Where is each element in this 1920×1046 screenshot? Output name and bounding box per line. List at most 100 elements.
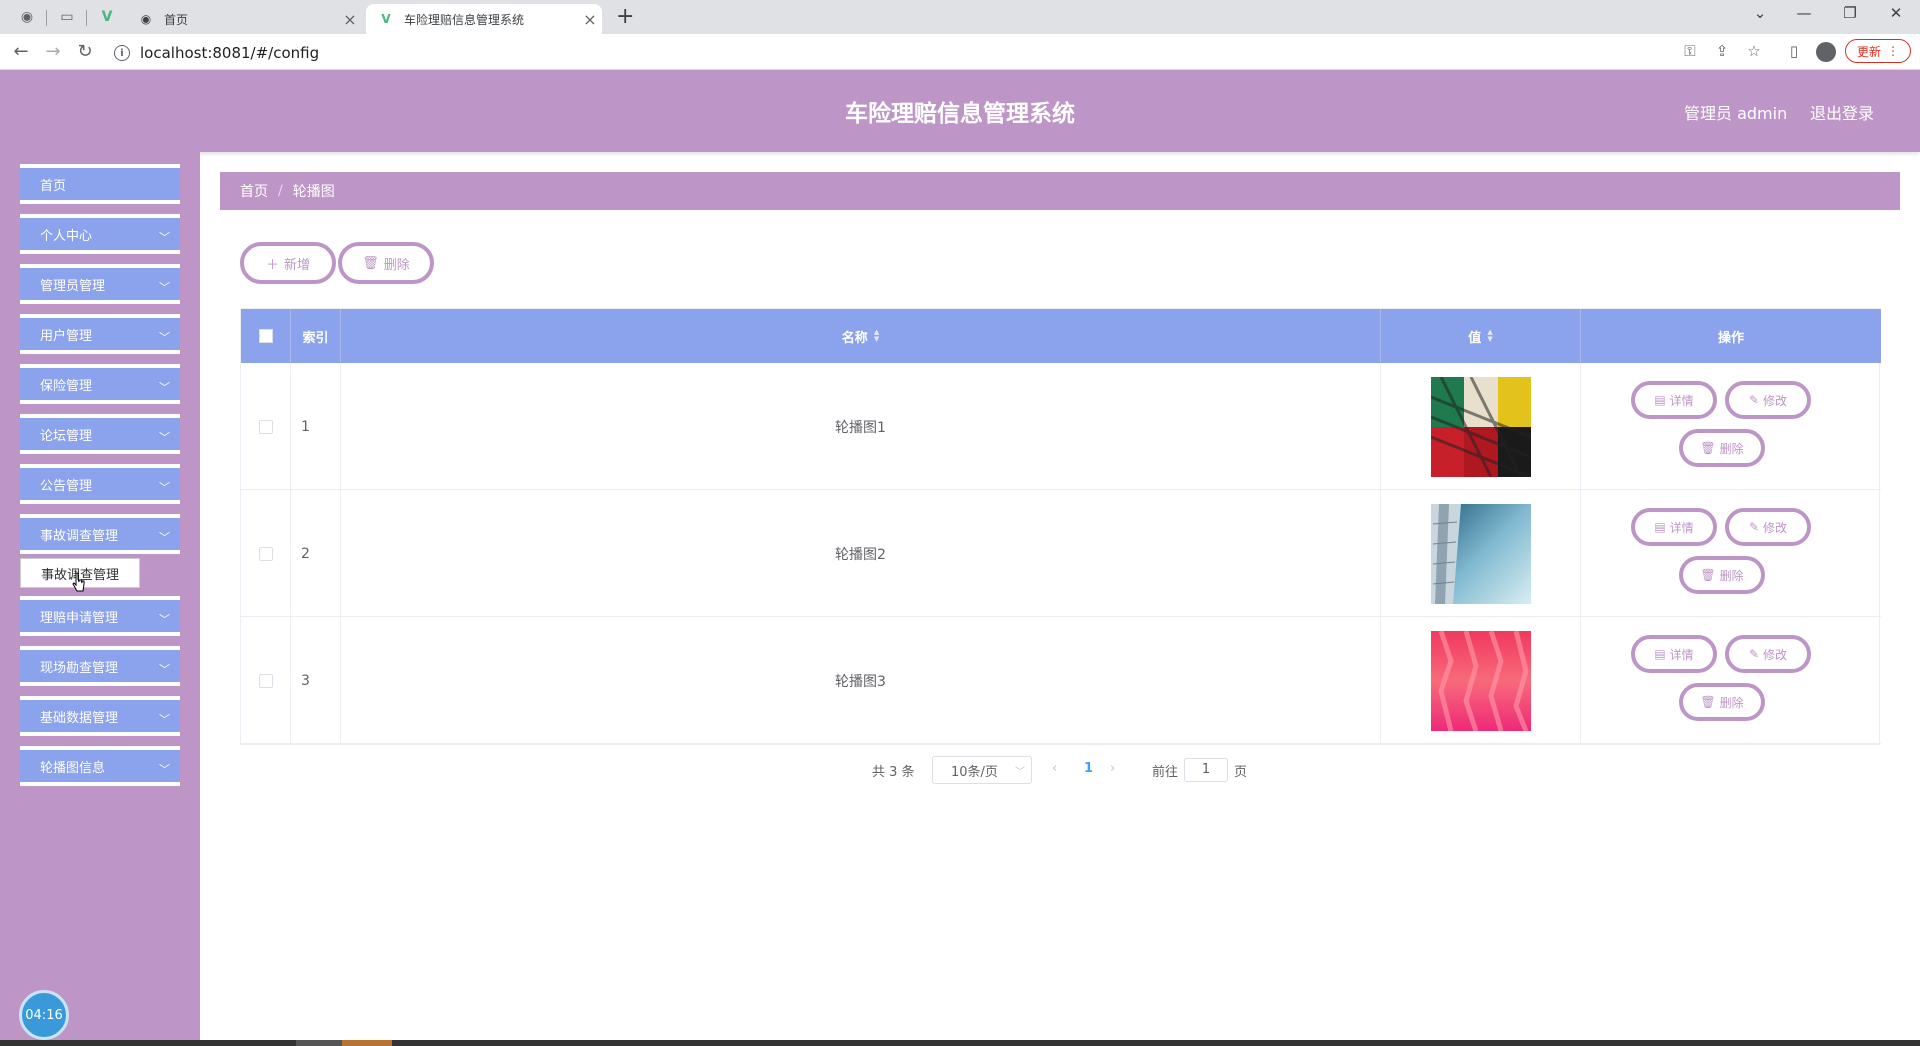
sidebar-item-accident-investigation[interactable]: 事故调查管理 ﹀ bbox=[20, 514, 180, 554]
url-text: localhost:8081/#/config bbox=[140, 44, 320, 62]
sort-caret-icon[interactable]: ▲ ▼ bbox=[1487, 329, 1492, 343]
chevron-down-icon: ﹀ bbox=[159, 331, 170, 344]
chevron-down-icon: ﹀ bbox=[159, 531, 170, 544]
breadcrumb: 首页 / 轮播图 bbox=[220, 172, 1900, 210]
browser-address-bar: ← → ↻ i localhost:8081/#/config ⚿ ⇪ ☆ ▯ … bbox=[0, 34, 1920, 70]
sidebar-item-insurance-management[interactable]: 保险管理 ﹀ bbox=[20, 364, 180, 404]
sidebar-item-site-survey[interactable]: 现场勘查管理 ﹀ bbox=[20, 646, 180, 686]
header-value[interactable]: 值 ▲ ▼ bbox=[1381, 309, 1581, 363]
delete-button[interactable]: 🗑 删除 bbox=[1679, 683, 1765, 721]
taskbar-segment bbox=[296, 1040, 342, 1046]
detail-button[interactable]: ▤ 详情 bbox=[1631, 381, 1717, 419]
key-icon[interactable]: ⚿ bbox=[1680, 42, 1700, 60]
tab-title: 车险理赔信息管理系统 bbox=[404, 12, 525, 27]
sidebar-item-claim-application[interactable]: 理赔申请管理 ﹀ bbox=[20, 596, 180, 636]
document-icon: ▤ bbox=[1654, 647, 1666, 661]
back-arrow-icon[interactable]: ← bbox=[10, 41, 32, 62]
row-name: 轮播图3 bbox=[341, 617, 1381, 744]
star-icon[interactable]: ☆ bbox=[1744, 42, 1764, 60]
table-row: 1 轮播图1 ▤ 详情 ✎ 修改 🗑 删除 bbox=[241, 363, 1881, 490]
batch-delete-button[interactable]: 🗑 删除 bbox=[338, 242, 434, 284]
sidebar-item-label: 用户管理 bbox=[40, 328, 93, 344]
select-all-checkbox[interactable] bbox=[258, 329, 273, 343]
delete-button[interactable]: 🗑 删除 bbox=[1679, 556, 1765, 594]
chevron-down-icon: ﹀ bbox=[159, 281, 170, 294]
vue-icon: V bbox=[381, 12, 391, 26]
close-icon[interactable]: × bbox=[578, 10, 602, 29]
tab-separator bbox=[86, 10, 87, 26]
delete-button[interactable]: 🗑 删除 bbox=[1679, 429, 1765, 467]
sidebar-item-label: 论坛管理 bbox=[40, 428, 93, 444]
sidebar-item-home[interactable]: 首页 bbox=[20, 164, 180, 204]
sort-caret-icon[interactable]: ▲ ▼ bbox=[874, 329, 879, 343]
detail-button[interactable]: ▤ 详情 bbox=[1631, 508, 1717, 546]
carousel-image-thumbnail[interactable] bbox=[1430, 503, 1531, 604]
update-button[interactable]: 更新 ⋮ bbox=[1845, 39, 1911, 63]
sidebar-item-carousel-info[interactable]: 轮播图信息 ﹀ bbox=[20, 746, 180, 786]
new-tab-button[interactable]: + bbox=[616, 4, 634, 29]
url-field[interactable]: i localhost:8081/#/config bbox=[114, 42, 1674, 64]
breadcrumb-home[interactable]: 首页 bbox=[240, 181, 268, 201]
add-label: 新增 bbox=[284, 257, 311, 273]
browser-tab-active[interactable]: V 车险理赔信息管理系统 × bbox=[366, 4, 602, 34]
edit-button[interactable]: ✎ 修改 bbox=[1725, 381, 1811, 419]
row-select-cell bbox=[241, 490, 291, 617]
chevron-down-icon: ﹀ bbox=[159, 713, 170, 726]
add-button[interactable]: ＋ 新增 bbox=[240, 242, 336, 284]
edit-button[interactable]: ✎ 修改 bbox=[1725, 508, 1811, 546]
sidebar-item-admin-management[interactable]: 管理员管理 ﹀ bbox=[20, 264, 180, 304]
detail-button[interactable]: ▤ 详情 bbox=[1631, 635, 1717, 673]
next-page-icon[interactable]: › bbox=[1110, 761, 1115, 776]
sidebar-item-forum-management[interactable]: 论坛管理 ﹀ bbox=[20, 414, 180, 454]
forward-arrow-icon[interactable]: → bbox=[42, 41, 64, 62]
carousel-image-thumbnail[interactable] bbox=[1430, 376, 1531, 477]
edit-label: 修改 bbox=[1763, 647, 1788, 662]
logout-link[interactable]: 退出登录 bbox=[1810, 100, 1874, 124]
minimize-button[interactable]: — bbox=[1794, 4, 1814, 22]
header-name[interactable]: 名称 ▲ ▼ bbox=[341, 309, 1381, 363]
share-icon[interactable]: ⇪ bbox=[1712, 42, 1732, 60]
restore-button[interactable]: ❐ bbox=[1840, 4, 1860, 22]
goto-page-input[interactable]: 1 bbox=[1184, 758, 1228, 782]
row-index: 3 bbox=[291, 617, 341, 744]
kebab-menu-icon: ⋮ bbox=[1887, 44, 1899, 58]
carousel-image-thumbnail[interactable] bbox=[1430, 630, 1531, 731]
tab-separator bbox=[46, 10, 47, 26]
header-name-label: 名称 bbox=[841, 330, 868, 346]
sidepanel-icon[interactable]: ▯ bbox=[1784, 42, 1804, 60]
page-size-select[interactable]: 10条/页 ﹀ bbox=[932, 756, 1032, 784]
sidebar-item-label: 首页 bbox=[40, 178, 67, 194]
sidebar-item-personal-center[interactable]: 个人中心 ﹀ bbox=[20, 214, 180, 254]
tab-title: 首页 bbox=[164, 12, 189, 27]
bottom-taskbar-strip bbox=[0, 1040, 1920, 1046]
row-checkbox[interactable] bbox=[258, 419, 273, 434]
edit-label: 修改 bbox=[1763, 520, 1788, 535]
row-checkbox[interactable] bbox=[258, 673, 273, 688]
sidebar-item-basic-data[interactable]: 基础数据管理 ﹀ bbox=[20, 696, 180, 736]
pinned-tab-vue-icon[interactable]: V bbox=[98, 8, 116, 26]
sidebar-item-notice-management[interactable]: 公告管理 ﹀ bbox=[20, 464, 180, 504]
close-icon[interactable]: × bbox=[338, 10, 362, 29]
plus-icon: ＋ bbox=[265, 257, 279, 273]
row-name: 轮播图2 bbox=[341, 490, 1381, 617]
chevron-down-icon: ﹀ bbox=[159, 613, 170, 626]
header-value-label: 值 bbox=[1468, 330, 1482, 346]
prev-page-icon[interactable]: ‹ bbox=[1052, 761, 1057, 776]
row-actions-cell: ▤ 详情 ✎ 修改 🗑 删除 bbox=[1581, 617, 1881, 744]
window-close-button[interactable]: ✕ bbox=[1886, 4, 1906, 22]
globe-icon: ◉ bbox=[140, 12, 152, 26]
browser-tab-home[interactable]: ◉ 首页 × bbox=[130, 4, 362, 34]
select-all-cell bbox=[241, 309, 291, 363]
pinned-tab-globe-icon[interactable]: ◉ bbox=[18, 8, 36, 26]
row-index: 1 bbox=[291, 363, 341, 490]
site-info-icon[interactable]: i bbox=[114, 45, 130, 61]
page-number-current[interactable]: 1 bbox=[1084, 761, 1093, 776]
update-label: 更新 bbox=[1856, 44, 1881, 59]
reload-icon[interactable]: ↻ bbox=[74, 41, 96, 62]
edit-button[interactable]: ✎ 修改 bbox=[1725, 635, 1811, 673]
profile-avatar-icon[interactable] bbox=[1816, 42, 1836, 62]
sidebar-item-user-management[interactable]: 用户管理 ﹀ bbox=[20, 314, 180, 354]
pinned-tab-blank-icon[interactable]: ▭ bbox=[58, 8, 76, 26]
tab-search-chevron-icon[interactable]: ⌄ bbox=[1750, 4, 1770, 22]
row-checkbox[interactable] bbox=[258, 546, 273, 561]
